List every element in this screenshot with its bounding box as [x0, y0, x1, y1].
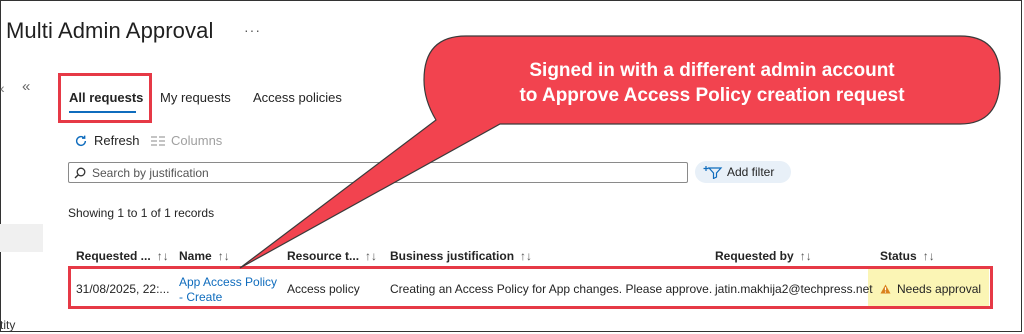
warning-icon: [880, 284, 891, 294]
sort-icon[interactable]: ↑↓: [157, 249, 169, 263]
callout-line2: to Approve Access Policy creation reques…: [519, 85, 905, 106]
tab-label: All requests: [69, 90, 144, 105]
tab-selected-indicator: [69, 111, 136, 113]
columns-label: Columns: [171, 133, 223, 148]
cell-resource-type: Access policy: [287, 282, 360, 296]
columns-icon: [151, 135, 165, 146]
column-header-name[interactable]: Name ↑↓: [179, 249, 230, 263]
status-label: Needs approval: [897, 282, 982, 296]
nav-back-icon[interactable]: ‹: [0, 80, 5, 96]
sort-icon[interactable]: ↑↓: [218, 249, 230, 263]
column-header-resource-type[interactable]: Resource t... ↑↓: [287, 249, 377, 263]
page-title: Multi Admin Approval: [6, 18, 214, 43]
column-header-business-justification[interactable]: Business justification ↑↓: [390, 249, 532, 263]
column-header-requested-by[interactable]: Requested by ↑↓: [715, 249, 812, 263]
search-input[interactable]: [86, 164, 674, 181]
more-options-icon[interactable]: ···: [244, 22, 261, 38]
cell-business-justification: Creating an Access Policy for App change…: [390, 282, 713, 296]
request-name-line2[interactable]: - Create: [179, 290, 284, 305]
cell-requested: 31/08/2025, 22:...: [76, 282, 170, 296]
tab-all-requests[interactable]: All requests: [58, 73, 152, 123]
columns-button[interactable]: Columns: [151, 133, 222, 148]
column-header-status[interactable]: Status ↑↓: [880, 249, 935, 263]
refresh-icon: [75, 135, 87, 146]
column-header-requested[interactable]: Requested ... ↑↓: [76, 249, 169, 263]
sort-icon[interactable]: ↑↓: [520, 249, 532, 263]
collapse-nav-icon[interactable]: «: [22, 78, 30, 95]
search-icon: [74, 167, 86, 178]
add-filter-button[interactable]: Add filter: [695, 161, 791, 183]
records-count: Showing 1 to 1 of 1 records: [68, 206, 215, 220]
add-filter-label: Add filter: [727, 165, 775, 179]
request-name-line1[interactable]: App Access Policy: [179, 275, 284, 290]
sort-icon[interactable]: ↑↓: [800, 249, 812, 263]
filter-icon: [703, 166, 723, 179]
refresh-button[interactable]: Refresh: [74, 133, 140, 148]
sort-icon[interactable]: ↑↓: [365, 249, 377, 263]
tab-access-policies[interactable]: Access policies: [253, 90, 342, 105]
tab-my-requests[interactable]: My requests: [160, 90, 231, 105]
callout-text: Signed in with a different admin account…: [436, 58, 988, 108]
refresh-label: Refresh: [94, 133, 140, 148]
search-box[interactable]: [68, 162, 688, 183]
nav-item-label: tity: [0, 318, 16, 332]
cell-requested-by: jatin.makhija2@techpress.net: [715, 282, 873, 296]
sort-icon[interactable]: ↑↓: [923, 249, 935, 263]
request-name-link[interactable]: App Access Policy - Create: [179, 275, 284, 305]
callout-line1: Signed in with a different admin account: [529, 60, 895, 81]
cell-status: Needs approval: [880, 282, 981, 296]
nav-selected-item[interactable]: [0, 224, 43, 252]
